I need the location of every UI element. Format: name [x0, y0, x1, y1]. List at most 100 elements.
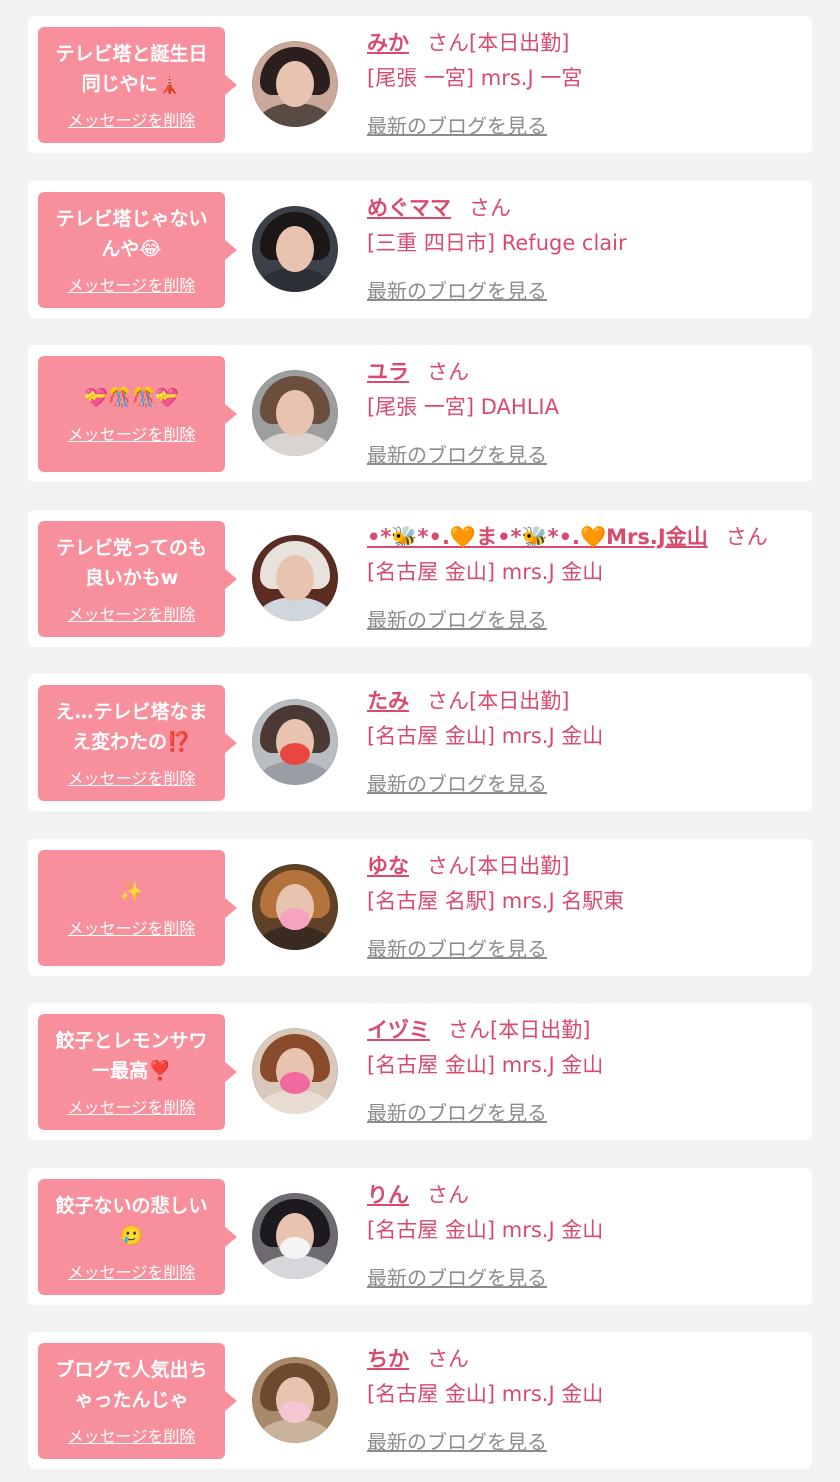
message-text: テレビ塔と誕生日同じやに🗼	[55, 43, 208, 95]
avatar-mask	[280, 1401, 310, 1423]
latest-blog-link[interactable]: 最新のブログを見る	[367, 277, 547, 305]
name-row: ゆな さん[本日出勤]	[367, 851, 569, 881]
message-card: テレビ塔と誕生日同じやに🗼 メッセージを削除 みか さん[本日出勤] [尾張 一宮…	[28, 16, 812, 153]
shop-text: [名古屋 名駅] mrs.J 名駅東	[367, 888, 625, 913]
message-bubble: テレビ党ってのも良いかもw メッセージを削除	[38, 520, 237, 637]
status-text: [本日出勤]	[469, 689, 570, 713]
avatar[interactable]	[252, 1192, 338, 1279]
avatar[interactable]	[252, 863, 338, 950]
avatar-face	[276, 390, 314, 436]
message-text: テレビ党ってのも良いかもw	[55, 536, 208, 589]
delete-message-link[interactable]: メッセージを削除	[68, 107, 196, 131]
delete-message-link[interactable]: メッセージを削除	[68, 1094, 196, 1118]
delete-message-link[interactable]: メッセージを削除	[68, 601, 196, 625]
honorific: さん	[427, 1182, 469, 1207]
avatar-mask	[280, 1236, 310, 1259]
cast-name-link[interactable]: ちか	[367, 1347, 409, 1371]
avatar[interactable]	[252, 1028, 338, 1114]
message-card: テレビ塔じゃないんや😂 メッセージを削除 めぐママ さん [三重 四日市] Ref…	[28, 180, 812, 318]
latest-blog-link[interactable]: 最新のブログを見る	[367, 1099, 547, 1127]
message-bubble: ✨ メッセージを削除	[38, 849, 237, 966]
delete-message-link[interactable]: メッセージを削除	[68, 765, 196, 789]
honorific: さん	[427, 853, 469, 878]
message-text: 💝🎊🎊💝	[84, 387, 179, 409]
cast-name-link[interactable]: みか	[367, 31, 409, 55]
message-text: テレビ塔じゃないんや😂	[55, 207, 208, 260]
message-card: ブログで人気出ちゃったんじゃ メッセージを削除 ちか さん [名古屋 金山] mr…	[28, 1332, 812, 1469]
latest-blog-link[interactable]: 最新のブログを見る	[367, 606, 547, 634]
shop-text: [名古屋 金山] mrs.J 金山	[367, 1053, 604, 1077]
delete-message-link[interactable]: メッセージを削除	[68, 421, 196, 445]
name-row: イヅミ さん[本日出勤]	[367, 1015, 590, 1045]
latest-blog-link[interactable]: 最新のブログを見る	[367, 770, 547, 798]
message-card: え…テレビ塔なまえ変わたの⁉️ メッセージを削除 たみ さん[本日出勤] [名古屋…	[28, 674, 812, 811]
cast-name-link[interactable]: イヅミ	[367, 1018, 430, 1042]
shop-text: [名古屋 金山] mrs.J 金山	[367, 559, 604, 584]
name-row: •*🐝*•.🧡ま•*🐝*•.🧡Mrs.J金山 さん	[367, 522, 768, 552]
avatar-mask	[280, 907, 310, 930]
honorific: さん	[469, 195, 511, 220]
name-row: りん さん	[367, 1180, 469, 1210]
message-card: テレビ党ってのも良いかもw メッセージを削除 •*🐝*•.🧡ま•*🐝*•.🧡Mr…	[28, 509, 812, 647]
honorific: さん	[448, 1018, 490, 1042]
honorific: さん	[427, 1347, 469, 1371]
name-row: たみ さん[本日出勤]	[367, 686, 569, 716]
message-bubble: 💝🎊🎊💝 メッセージを削除	[38, 356, 237, 472]
honorific: さん	[427, 689, 469, 713]
delete-message-link[interactable]: メッセージを削除	[68, 1423, 196, 1447]
shop-text: [尾張 一宮] mrs.J 一宮	[367, 66, 583, 90]
honorific: さん	[427, 31, 469, 55]
cast-name-link[interactable]: りん	[367, 1183, 409, 1207]
message-text: ブログで人気出ちゃったんじゃ	[55, 1359, 208, 1411]
shop-text: [名古屋 金山] mrs.J 金山	[367, 1382, 604, 1406]
cast-name-link[interactable]: たみ	[367, 689, 409, 713]
message-card: 餃子ないの悲しい🥲 メッセージを削除 りん さん [名古屋 金山] mrs.J 金…	[28, 1167, 812, 1305]
message-bubble: ブログで人気出ちゃったんじゃ メッセージを削除	[38, 1343, 237, 1459]
message-bubble: テレビ塔と誕生日同じやに🗼 メッセージを削除	[38, 27, 237, 143]
name-row: みか さん[本日出勤]	[367, 28, 569, 58]
avatar[interactable]	[252, 370, 338, 456]
avatar-face	[276, 61, 314, 107]
cast-name-link[interactable]: ゆな	[367, 854, 409, 878]
message-text: 餃子とレモンサワー最高❣️	[55, 1030, 208, 1082]
avatar-face	[276, 554, 314, 601]
delete-message-link[interactable]: メッセージを削除	[68, 272, 196, 296]
name-row: めぐママ さん	[367, 193, 511, 223]
latest-blog-link[interactable]: 最新のブログを見る	[367, 441, 547, 469]
cast-name-link[interactable]: めぐママ	[367, 196, 451, 220]
delete-message-link[interactable]: メッセージを削除	[68, 915, 196, 939]
status-text: [本日出勤]	[469, 853, 570, 878]
message-text: ✨	[119, 880, 144, 903]
message-bubble: え…テレビ塔なまえ変わたの⁉️ メッセージを削除	[38, 685, 237, 801]
honorific: さん	[725, 524, 768, 549]
avatar[interactable]	[252, 1357, 338, 1443]
message-text: 餃子ないの悲しい🥲	[55, 1194, 208, 1247]
avatar[interactable]	[252, 699, 338, 785]
name-row: ユラ さん	[367, 357, 469, 387]
latest-blog-link[interactable]: 最新のブログを見る	[367, 112, 547, 140]
status-text: [本日出勤]	[490, 1018, 591, 1042]
shop-text: [名古屋 金山] mrs.J 金山	[367, 724, 604, 748]
delete-message-link[interactable]: メッセージを削除	[68, 1259, 196, 1283]
avatar[interactable]	[252, 41, 338, 127]
latest-blog-link[interactable]: 最新のブログを見る	[367, 935, 547, 963]
avatar-mask	[280, 743, 310, 765]
avatar[interactable]	[252, 534, 338, 621]
message-bubble: テレビ塔じゃないんや😂 メッセージを削除	[38, 191, 237, 308]
cast-name-link[interactable]: ユラ	[367, 360, 409, 384]
message-list: テレビ塔と誕生日同じやに🗼 メッセージを削除 みか さん[本日出勤] [尾張 一宮…	[0, 0, 840, 1482]
message-bubble: 餃子ないの悲しい🥲 メッセージを削除	[38, 1178, 237, 1295]
latest-blog-link[interactable]: 最新のブログを見る	[367, 1428, 547, 1456]
latest-blog-link[interactable]: 最新のブログを見る	[367, 1264, 547, 1292]
message-text: え…テレビ塔なまえ変わたの⁉️	[55, 701, 208, 753]
shop-text: [名古屋 金山] mrs.J 金山	[367, 1217, 604, 1242]
name-row: ちか さん	[367, 1344, 469, 1374]
cast-name-link[interactable]: •*🐝*•.🧡ま•*🐝*•.🧡Mrs.J金山	[367, 525, 708, 549]
avatar-mask	[280, 1072, 310, 1094]
status-text: [本日出勤]	[469, 31, 570, 55]
message-card: 💝🎊🎊💝 メッセージを削除 ユラ さん [尾張 一宮] DAHLIA 最新のブログ…	[28, 345, 812, 482]
shop-text: [尾張 一宮] DAHLIA	[367, 395, 559, 419]
honorific: さん	[427, 360, 469, 384]
shop-text: [三重 四日市] Refuge clair	[367, 230, 627, 255]
avatar[interactable]	[252, 205, 338, 292]
